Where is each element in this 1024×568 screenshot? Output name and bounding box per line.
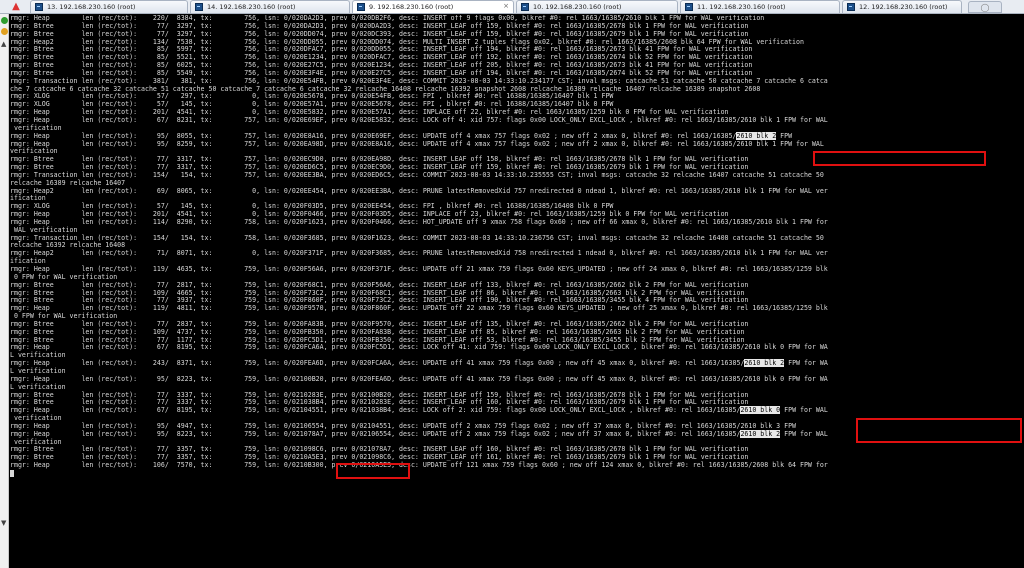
scroll-up-icon[interactable]: ▲	[1, 40, 6, 48]
tab-label: 10. 192.168.230.160 (root)	[533, 3, 622, 11]
tab-session-13[interactable]: 13. 192.168.230.160 (root)	[30, 0, 188, 13]
highlighted-text: 2610 blk 0	[740, 406, 781, 415]
highlighted-text: 2610 blk 2	[736, 131, 777, 140]
tab-label: 9. 192.168.230.160 (root)	[369, 3, 454, 11]
tab-label: 11. 192.168.230.160 (root)	[697, 3, 786, 11]
terminal-line: rmgr: Heap len (rec/tot): 67/ 8195, tx: …	[10, 406, 828, 415]
tab-session-11[interactable]: 11. 192.168.230.160 (root)	[680, 0, 840, 13]
annotation-box	[336, 463, 410, 479]
terminal-line: rmgr: Heap len (rec/tot): 95/ 8259, tx: …	[10, 139, 824, 148]
terminal-line: rmgr: Heap len (rec/tot): 67/ 8231, tx: …	[10, 115, 828, 124]
status-icon	[1, 28, 8, 35]
terminal-icon	[357, 3, 365, 11]
tab-session-9[interactable]: 9. 192.168.230.160 (root) ×	[352, 0, 514, 13]
tab-session-14[interactable]: 14. 192.168.230.160 (root)	[190, 0, 350, 13]
tab-label: 13. 192.168.230.160 (root)	[47, 3, 136, 11]
terminal-icon	[685, 3, 693, 11]
tab-session-10[interactable]: 10. 192.168.230.160 (root)	[516, 0, 678, 13]
tab-label: 14. 192.168.230.160 (root)	[207, 3, 296, 11]
terminal-line: rmgr: Heap len (rec/tot): 106/ 7570, tx:…	[10, 461, 828, 470]
home-icon[interactable]: ▲	[2, 0, 30, 13]
terminal-line: rmgr: Heap len (rec/tot): 95/ 8223, tx: …	[10, 374, 828, 383]
terminal-line: rmgr: Heap len (rec/tot): 67/ 8195, tx: …	[10, 343, 828, 352]
annotation-box	[856, 418, 1022, 443]
terminal-line: rmgr: Heap len (rec/tot): 119/ 4811, tx:…	[10, 304, 828, 313]
close-icon[interactable]: ×	[503, 2, 509, 10]
terminal-icon	[35, 3, 43, 11]
highlighted-text: 2610 blk 2	[740, 429, 781, 438]
scroll-down-icon[interactable]: ▼	[1, 519, 6, 527]
highlighted-text: 2610 blk 2	[744, 359, 785, 368]
tab-label: 12. 192.168.230.160 (root)	[859, 3, 948, 11]
terminal-output[interactable]: rmgr: Heap len (rec/tot): 220/ 8384, tx:…	[10, 15, 1024, 568]
terminal-icon	[847, 3, 855, 11]
new-tab-button[interactable]: ◯	[968, 1, 1002, 13]
terminal-line: rmgr: Heap len (rec/tot): 114/ 8290, tx:…	[10, 217, 828, 226]
terminal-line: rmgr: Heap len (rec/tot): 243/ 8371, tx:…	[10, 359, 828, 368]
session-sidebar: ▲ ▼	[0, 14, 9, 568]
terminal-icon	[195, 3, 203, 11]
status-ok-icon	[1, 17, 8, 24]
terminal-line: rmgr: Transaction len (rec/tot): 154/ 15…	[10, 170, 824, 179]
terminal-cursor	[10, 469, 14, 477]
terminal-line: rmgr: Heap2 len (rec/tot): 69/ 8065, tx:…	[10, 186, 828, 195]
annotation-box	[813, 151, 986, 166]
terminal-text: rmgr: Heap len (rec/tot): 220/ 8384, tx:…	[10, 15, 1024, 479]
terminal-icon	[521, 3, 529, 11]
tab-session-12[interactable]: 12. 192.168.230.160 (root)	[842, 0, 962, 13]
terminal-line: rmgr: Transaction len (rec/tot): 154/ 15…	[10, 233, 824, 242]
terminal-line: rmgr: Heap len (rec/tot): 119/ 4635, tx:…	[10, 265, 828, 273]
tab-bar: ▲ 13. 192.168.230.160 (root) 14. 192.168…	[0, 0, 1024, 14]
terminal-line: rmgr: Heap2 len (rec/tot): 71/ 8071, tx:…	[10, 249, 828, 258]
